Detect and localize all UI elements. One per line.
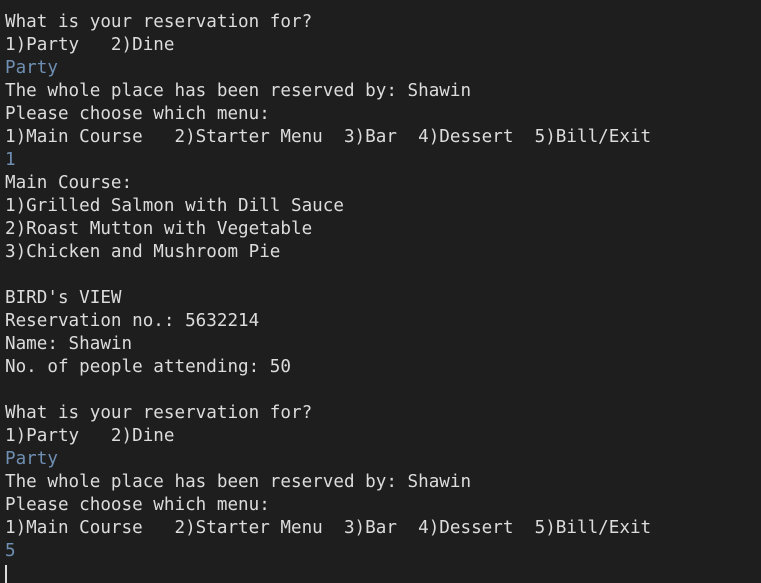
- console-line: 1)Main Course 2)Starter Menu 3)Bar 4)Des…: [5, 127, 652, 147]
- console-input-line: Party: [5, 58, 58, 78]
- text-cursor: [5, 565, 7, 583]
- console-line: Reservation no.: 5632214: [5, 311, 260, 331]
- console-output[interactable]: What is your reservation for? 1)Party 2)…: [0, 0, 761, 583]
- console-line: BIRD's VIEW: [5, 288, 122, 308]
- console-line: The whole place has been reserved by: Sh…: [5, 81, 472, 101]
- console-line: 1)Grilled Salmon with Dill Sauce: [5, 196, 344, 216]
- console-input-line: 1: [5, 150, 16, 170]
- console-line: What is your reservation for?: [5, 403, 313, 423]
- console-line: 1)Party 2)Dine: [5, 35, 175, 55]
- console-line: The whole place has been reserved by: Sh…: [5, 472, 472, 492]
- console-line: Please choose which menu:: [5, 495, 270, 515]
- console-line: Please choose which menu:: [5, 104, 270, 124]
- console-input-line: Party: [5, 449, 58, 469]
- console-line: 3)Chicken and Mushroom Pie: [5, 242, 281, 262]
- console-line: Main Course:: [5, 173, 133, 193]
- console-line: 1)Party 2)Dine: [5, 426, 175, 446]
- console-line: What is your reservation for?: [5, 12, 313, 32]
- console-input-line: 5: [5, 541, 16, 561]
- console-line: Name: Shawin: [5, 334, 133, 354]
- console-line: No. of people attending: 50: [5, 357, 291, 377]
- console-line: 1)Main Course 2)Starter Menu 3)Bar 4)Des…: [5, 518, 652, 538]
- console-line: 2)Roast Mutton with Vegetable: [5, 219, 313, 239]
